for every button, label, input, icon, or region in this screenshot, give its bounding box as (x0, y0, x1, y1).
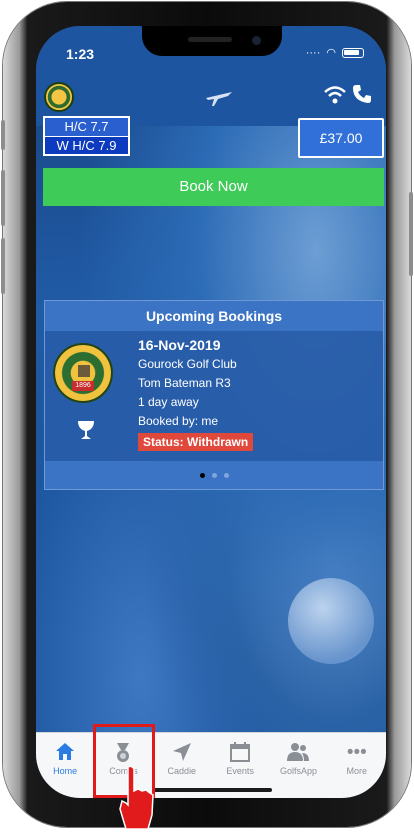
status-time: 1:23 (66, 46, 95, 62)
crest-tower (78, 365, 90, 377)
page-dot-2[interactable] (211, 472, 217, 478)
tab-home[interactable]: Home (36, 733, 94, 798)
booking-booked-by: Booked by: me (138, 414, 219, 428)
handicap-value: H/C 7.7 (64, 119, 109, 134)
tab-more[interactable]: ••• More (328, 733, 386, 798)
booking-club: Gourock Golf Club (138, 357, 237, 371)
tap-hand-icon (118, 765, 156, 830)
speaker-grille (188, 37, 232, 42)
wifi-status-icon: ◠ (326, 47, 336, 59)
plane-icon[interactable] (204, 86, 234, 106)
volume-down-button (1, 238, 5, 294)
booking-date: 16-Nov-2019 (138, 337, 221, 353)
tab-label: Home (53, 766, 78, 776)
golf-ball-image (288, 578, 374, 664)
page-dot-3[interactable] (223, 472, 229, 478)
calendar-icon (211, 742, 269, 766)
status-badge: Status: Withdrawn (138, 433, 254, 451)
club-logo-button[interactable] (44, 82, 74, 112)
home-icon (36, 742, 94, 766)
handicap-box[interactable]: H/C 7.7 W H/C 7.9 (43, 116, 130, 156)
club-crest-logo: 1896 (53, 343, 113, 403)
phone-notch (142, 26, 282, 56)
people-icon (269, 742, 327, 766)
tab-label: GolfsApp (279, 766, 317, 776)
battery-icon (342, 47, 364, 58)
power-button (409, 192, 413, 276)
upcoming-bookings-card[interactable]: Upcoming Bookings 1896 16-Nov-2019 Gouro… (44, 300, 384, 490)
volume-up-button (1, 170, 5, 226)
booking-member: Tom Bateman R3 (138, 376, 231, 390)
mute-switch (1, 120, 5, 150)
status-icons: ···· ◠ (306, 46, 364, 59)
tab-label: Events (226, 766, 254, 776)
tab-golfsapp[interactable]: GolfsApp (269, 733, 327, 798)
book-now-button[interactable]: Book Now (43, 168, 384, 206)
page-dot-1[interactable] (199, 472, 205, 478)
more-icon: ••• (346, 742, 367, 763)
navigation-arrow-icon (153, 742, 211, 766)
booking-days-away: 1 day away (138, 395, 199, 409)
phone-call-icon[interactable] (352, 84, 372, 110)
bookings-heading: Upcoming Bookings (45, 301, 383, 331)
front-camera (252, 36, 261, 45)
phone-frame: 1:23 ···· ◠ H/C 7.7 W H/C 7.9 £37.00 Boo… (1, 2, 413, 827)
trophy-icon (75, 419, 97, 447)
wifi-icon[interactable] (324, 86, 346, 109)
balance-button[interactable]: £37.00 (298, 118, 384, 158)
app-screen: 1:23 ···· ◠ H/C 7.7 W H/C 7.9 £37.00 Boo… (36, 26, 386, 798)
world-handicap-value: W H/C 7.9 (45, 136, 128, 154)
home-indicator[interactable] (154, 788, 272, 792)
signal-icon: ···· (305, 46, 321, 59)
page-indicator[interactable] (45, 461, 383, 489)
tab-label: Caddie (167, 766, 197, 776)
tab-label: More (346, 766, 368, 776)
crest-year: 1896 (72, 381, 94, 391)
